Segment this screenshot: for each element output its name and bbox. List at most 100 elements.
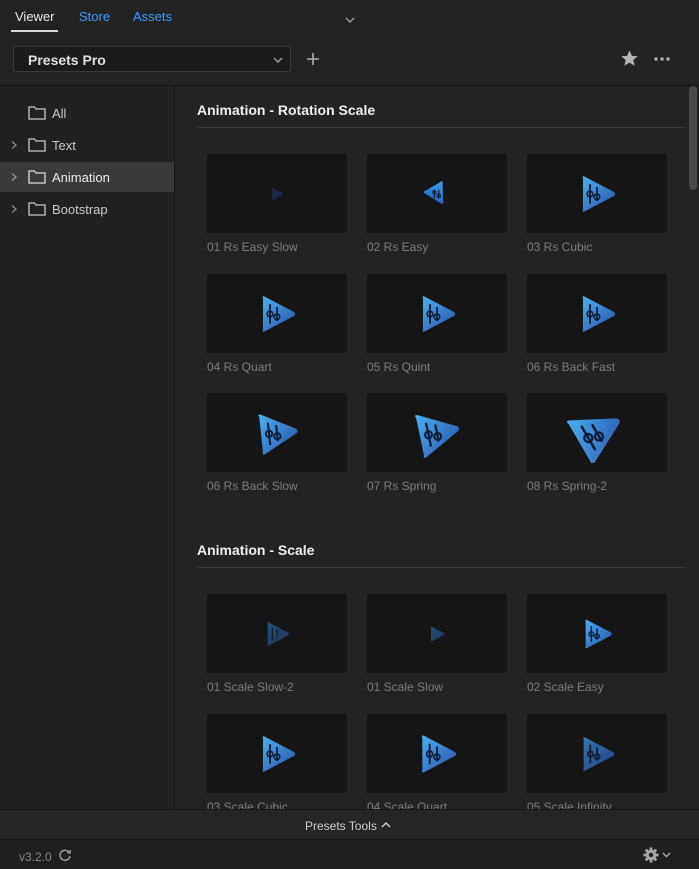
preset-thumbnail bbox=[367, 393, 507, 472]
preset-card[interactable]: 06 Rs Back Fast bbox=[527, 274, 667, 374]
play-logo-icon bbox=[267, 621, 290, 646]
play-logo-icon bbox=[272, 187, 284, 200]
chevron-up-icon[interactable] bbox=[380, 820, 392, 830]
active-tab-indicator bbox=[11, 30, 58, 32]
preset-card[interactable]: 05 Rs Quint bbox=[367, 274, 507, 374]
sidebar-item-label: Text bbox=[52, 138, 76, 153]
play-logo-icon bbox=[582, 175, 616, 212]
preset-label: 02 Scale Easy bbox=[527, 680, 604, 694]
play-logo-icon bbox=[424, 180, 444, 204]
preset-card[interactable]: 03 Scale Cubic bbox=[207, 714, 347, 809]
preset-label: 05 Scale Infinity bbox=[527, 800, 612, 809]
sidebar-item-bootstrap[interactable]: Bootstrap bbox=[0, 194, 174, 224]
play-logo-icon bbox=[415, 414, 460, 458]
preset-card[interactable]: 08 Rs Spring-2 bbox=[527, 393, 667, 493]
section-divider bbox=[197, 567, 686, 568]
preset-thumbnail bbox=[367, 594, 507, 673]
folder-icon bbox=[28, 138, 46, 152]
play-logo-icon bbox=[262, 735, 296, 772]
preset-label: 05 Rs Quint bbox=[367, 360, 431, 374]
play-logo-icon bbox=[567, 417, 620, 463]
preset-thumbnail bbox=[367, 274, 507, 353]
preset-card[interactable]: 02 Scale Easy bbox=[527, 594, 667, 694]
preset-thumbnail bbox=[207, 714, 347, 793]
preset-thumbnail bbox=[527, 714, 667, 793]
chevron-right-icon[interactable] bbox=[9, 172, 19, 182]
preset-label: 01 Scale Slow-2 bbox=[207, 680, 294, 694]
play-logo-icon bbox=[582, 295, 616, 332]
preset-thumbnail bbox=[527, 274, 667, 353]
top-tab-bar: Viewer Store Assets bbox=[0, 0, 699, 36]
preset-thumbnail bbox=[527, 393, 667, 472]
folder-icon bbox=[28, 106, 46, 120]
folder-icon bbox=[28, 170, 46, 184]
more-icon[interactable] bbox=[652, 50, 672, 68]
play-logo-icon bbox=[430, 625, 445, 642]
section-title: Animation - Scale bbox=[197, 542, 315, 558]
preset-label: 02 Rs Easy bbox=[367, 240, 429, 254]
section-title: Animation - Rotation Scale bbox=[197, 102, 376, 118]
preset-grid-panel: Animation - Rotation Scale 01 Rs Easy Sl… bbox=[176, 86, 699, 809]
preset-card[interactable]: 04 Rs Quart bbox=[207, 274, 347, 374]
sidebar-item-text[interactable]: Text bbox=[0, 130, 174, 160]
tab-viewer[interactable]: Viewer bbox=[15, 9, 55, 24]
preset-thumbnail bbox=[207, 274, 347, 353]
presets-tools-bar[interactable]: Presets Tools bbox=[0, 809, 699, 839]
preset-label: 01 Scale Slow bbox=[367, 680, 444, 694]
play-logo-icon bbox=[262, 295, 296, 332]
version-label: v3.2.0 bbox=[19, 850, 52, 864]
sidebar-item-label: Bootstrap bbox=[52, 202, 108, 217]
sidebar-item-animation[interactable]: Animation bbox=[0, 162, 174, 192]
preset-label: 04 Rs Quart bbox=[207, 360, 272, 374]
refresh-icon[interactable] bbox=[58, 848, 72, 862]
preset-select[interactable]: Presets Pro bbox=[13, 46, 291, 72]
play-logo-icon bbox=[422, 295, 456, 332]
preset-label: 06 Rs Back Fast bbox=[527, 360, 616, 374]
preset-label: 07 Rs Spring bbox=[367, 479, 437, 493]
add-icon[interactable] bbox=[304, 50, 322, 68]
folder-icon bbox=[28, 202, 46, 216]
section-divider bbox=[197, 127, 686, 128]
preset-label: 04 Scale Quart bbox=[367, 800, 448, 809]
preset-label: 03 Rs Cubic bbox=[527, 240, 593, 254]
chevron-right-icon[interactable] bbox=[9, 140, 19, 150]
chevron-right-icon[interactable] bbox=[9, 204, 19, 214]
play-logo-icon bbox=[258, 414, 298, 455]
preset-card[interactable]: 01 Scale Slow bbox=[367, 594, 507, 694]
preset-label: 03 Scale Cubic bbox=[207, 800, 288, 809]
scrollbar-thumb[interactable] bbox=[689, 86, 697, 190]
tab-store[interactable]: Store bbox=[79, 9, 110, 24]
presets-tools-label[interactable]: Presets Tools bbox=[305, 819, 377, 833]
preset-card[interactable]: 07 Rs Spring bbox=[367, 393, 507, 493]
preset-card[interactable]: 05 Scale Infinity bbox=[527, 714, 667, 809]
preset-card[interactable]: 04 Scale Quart bbox=[367, 714, 507, 809]
preset-card[interactable]: 02 Rs Easy bbox=[367, 154, 507, 254]
play-logo-icon bbox=[421, 735, 457, 772]
preset-thumbnail bbox=[527, 594, 667, 673]
preset-thumbnail bbox=[367, 714, 507, 793]
preset-card[interactable]: 01 Scale Slow-2 bbox=[207, 594, 347, 694]
preset-select-value: Presets Pro bbox=[28, 52, 106, 68]
preset-card[interactable]: 06 Rs Back Slow bbox=[207, 393, 347, 493]
preset-thumbnail bbox=[367, 154, 507, 233]
star-icon[interactable] bbox=[620, 49, 639, 68]
gear-icon[interactable] bbox=[643, 847, 673, 863]
preset-card[interactable]: 03 Rs Cubic bbox=[527, 154, 667, 254]
preset-label: 08 Rs Spring-2 bbox=[527, 479, 608, 493]
sidebar-item-label: Animation bbox=[52, 170, 110, 185]
play-logo-icon bbox=[585, 619, 612, 648]
status-bar: v3.2.0 bbox=[0, 839, 699, 869]
preset-thumbnail bbox=[527, 154, 667, 233]
sidebar-item-label: All bbox=[52, 106, 67, 121]
preset-label: 01 Rs Easy Slow bbox=[207, 240, 298, 254]
chevron-down-icon bbox=[273, 57, 283, 63]
preset-thumbnail bbox=[207, 393, 347, 472]
chevron-down-icon[interactable] bbox=[342, 12, 358, 28]
preset-thumbnail bbox=[207, 154, 347, 233]
preset-card[interactable]: 01 Rs Easy Slow bbox=[207, 154, 347, 254]
tab-assets[interactable]: Assets bbox=[133, 9, 172, 24]
play-logo-icon bbox=[583, 736, 615, 771]
scrollbar[interactable] bbox=[687, 86, 699, 809]
preset-label: 06 Rs Back Slow bbox=[207, 479, 298, 493]
sidebar-item-all[interactable]: All bbox=[0, 98, 174, 128]
